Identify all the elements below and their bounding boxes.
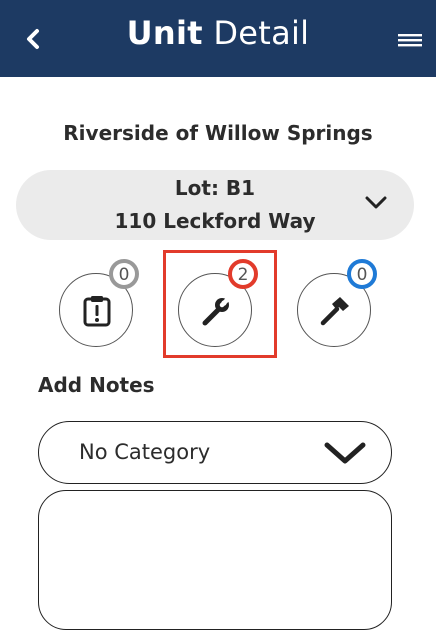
construction-count-badge: 0 xyxy=(347,259,377,289)
lot-address: 110 Leckford Way xyxy=(114,209,316,233)
hammer-icon xyxy=(320,297,349,326)
chevron-down-icon xyxy=(324,442,366,464)
issues-count-badge: 0 xyxy=(109,259,139,289)
community-name: Riverside of Willow Springs xyxy=(63,121,373,145)
clipboard-alert-icon xyxy=(83,296,111,327)
page-title-bold: Unit xyxy=(126,14,203,52)
add-notes-label: Add Notes xyxy=(38,373,155,397)
hamburger-menu-icon xyxy=(398,34,422,47)
selection-highlight xyxy=(163,250,277,358)
app-header: Unit Detail xyxy=(0,0,436,77)
lot-selector[interactable]: Lot: B1 110 Leckford Way xyxy=(16,170,414,240)
chevron-down-icon xyxy=(365,196,387,209)
page-title-light: Detail xyxy=(213,14,310,52)
category-selected-value: No Category xyxy=(79,440,211,464)
lot-number: Lot: B1 xyxy=(174,176,256,200)
notes-textarea[interactable] xyxy=(38,490,392,630)
page-title: Unit Detail xyxy=(0,14,436,52)
menu-button[interactable] xyxy=(396,28,424,52)
category-dropdown[interactable]: No Category xyxy=(38,421,392,484)
